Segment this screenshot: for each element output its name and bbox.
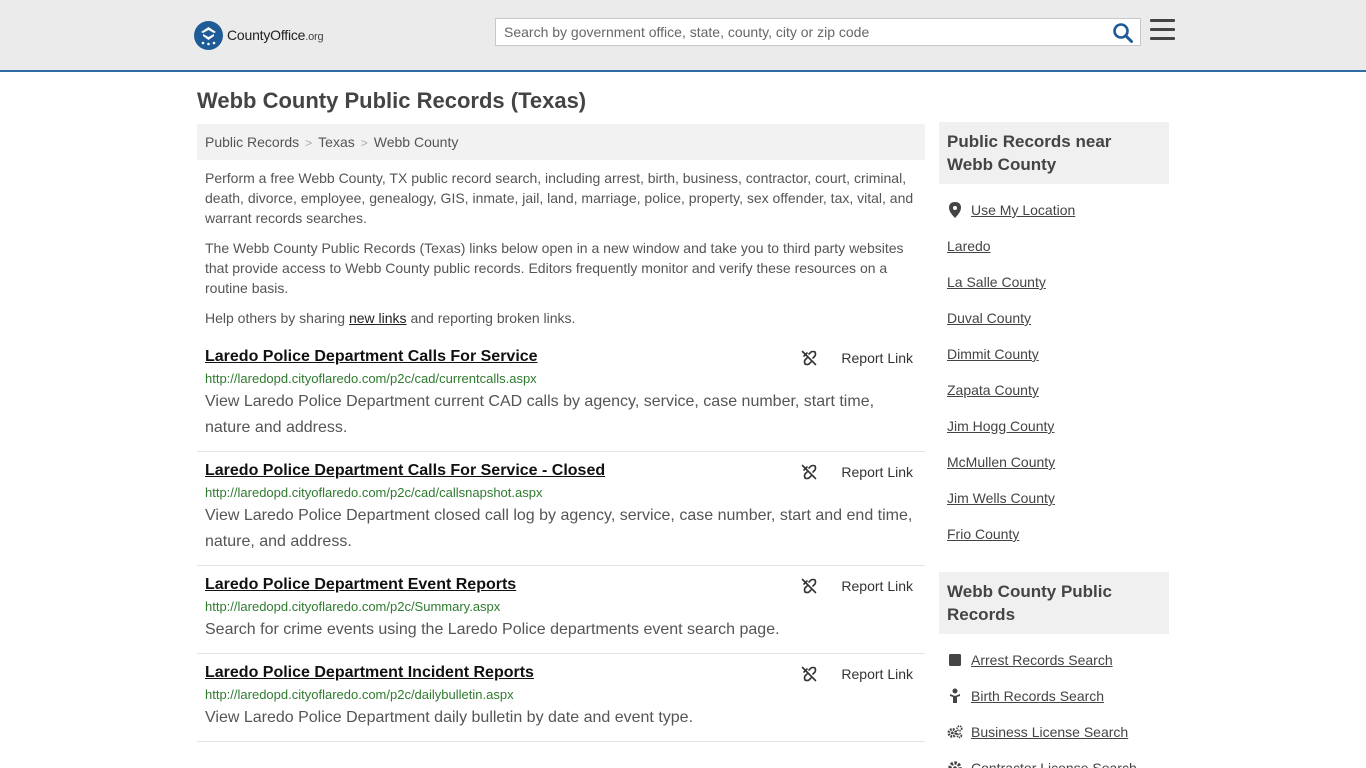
record-title-link[interactable]: Laredo Police Department Calls For Servi… bbox=[205, 346, 538, 368]
report-link-button[interactable]: Report Link bbox=[801, 464, 913, 480]
breadcrumb: Public Records > Texas > Webb County bbox=[197, 124, 925, 160]
gear-icon bbox=[947, 760, 963, 768]
record-item: Laredo Police Department Incident Report… bbox=[197, 654, 925, 742]
search-icon[interactable] bbox=[1112, 22, 1134, 44]
record-title-link[interactable]: Laredo Police Department Calls For Servi… bbox=[205, 460, 605, 482]
report-link-label: Report Link bbox=[841, 350, 913, 366]
record-title-link[interactable]: Laredo Police Department Event Reports bbox=[205, 574, 516, 596]
county-records-list: Arrest Records Search Birth Records Searc… bbox=[939, 634, 1169, 768]
nearby-link[interactable]: Dimmit County bbox=[947, 346, 1039, 362]
nearby-item: Jim Hogg County bbox=[947, 408, 1161, 444]
county-record-link[interactable]: Arrest Records Search bbox=[971, 652, 1113, 668]
intro-paragraph-1: Perform a free Webb County, TX public re… bbox=[205, 170, 914, 226]
county-record-link[interactable]: Contractor License Search bbox=[971, 760, 1137, 768]
record-description: View Laredo Police Department current CA… bbox=[205, 393, 875, 436]
broken-link-icon bbox=[801, 464, 829, 480]
broken-link-icon bbox=[801, 578, 829, 594]
nearby-link[interactable]: Jim Wells County bbox=[947, 490, 1055, 506]
nearby-item: Laredo bbox=[947, 228, 1161, 264]
nearby-item: Dimmit County bbox=[947, 336, 1161, 372]
nearby-item: Frio County bbox=[947, 516, 1161, 552]
nearby-item: Jim Wells County bbox=[947, 480, 1161, 516]
report-link-button[interactable]: Report Link bbox=[801, 666, 913, 682]
intro-paragraph-2: The Webb County Public Records (Texas) l… bbox=[205, 240, 904, 296]
report-link-button[interactable]: Report Link bbox=[801, 578, 913, 594]
search-input[interactable] bbox=[496, 19, 1106, 45]
gears-icon bbox=[947, 724, 963, 740]
county-record-item: Business License Search bbox=[947, 714, 1161, 750]
report-link-label: Report Link bbox=[841, 666, 913, 682]
breadcrumb-texas[interactable]: Texas bbox=[318, 134, 355, 150]
breadcrumb-webb-county: Webb County bbox=[373, 134, 459, 150]
nearby-list: Use My Location Laredo La Salle County Duva… bbox=[939, 184, 1169, 552]
record-description: View Laredo Police Department daily bull… bbox=[205, 709, 694, 726]
nearby-link[interactable]: McMullen County bbox=[947, 454, 1055, 470]
sidebar-records-heading: Webb County Public Records bbox=[939, 572, 1169, 634]
use-my-location-item: Use My Location bbox=[947, 192, 1161, 228]
breadcrumb-separator-icon: > bbox=[305, 136, 313, 150]
record-item: Laredo Police Department Event Reports Re… bbox=[197, 566, 925, 654]
nearby-item: La Salle County bbox=[947, 264, 1161, 300]
hamburger-menu-icon[interactable] bbox=[1150, 19, 1175, 41]
county-record-item: Birth Records Search bbox=[947, 678, 1161, 714]
sidebar-nearby: Public Records near Webb County Use My L… bbox=[939, 122, 1169, 552]
nearby-link[interactable]: Use My Location bbox=[971, 202, 1075, 218]
baby-icon bbox=[947, 688, 963, 704]
nearby-link[interactable]: La Salle County bbox=[947, 274, 1046, 290]
nearby-link[interactable]: Zapata County bbox=[947, 382, 1039, 398]
nearby-item: Zapata County bbox=[947, 372, 1161, 408]
nearby-link[interactable]: Duval County bbox=[947, 310, 1031, 326]
location-pin-icon bbox=[947, 202, 963, 218]
square-icon bbox=[947, 652, 963, 668]
record-description: View Laredo Police Department closed cal… bbox=[205, 507, 913, 550]
sidebar-county-records: Webb County Public Records Arrest Record… bbox=[939, 572, 1169, 768]
nearby-item: Duval County bbox=[947, 300, 1161, 336]
record-description: Search for crime events using the Laredo… bbox=[205, 621, 780, 638]
record-item: Laredo Police Department Calls For Servi… bbox=[197, 452, 925, 566]
record-url[interactable]: http://laredopd.cityoflaredo.com/p2c/dai… bbox=[205, 686, 917, 704]
county-record-item: Contractor License Search bbox=[947, 750, 1161, 768]
breadcrumb-public-records[interactable]: Public Records bbox=[205, 134, 299, 150]
broken-link-icon bbox=[801, 666, 829, 682]
logo-emblem-icon bbox=[194, 20, 223, 50]
new-links-link[interactable]: new links bbox=[349, 310, 407, 326]
record-url[interactable]: http://laredopd.cityoflaredo.com/p2c/cad… bbox=[205, 484, 917, 502]
breadcrumb-separator-icon: > bbox=[360, 136, 368, 150]
county-record-item: Arrest Records Search bbox=[947, 642, 1161, 678]
main-content: Perform a free Webb County, TX public re… bbox=[197, 168, 925, 742]
broken-link-icon bbox=[801, 350, 829, 366]
report-link-button[interactable]: Report Link bbox=[801, 350, 913, 366]
record-url[interactable]: http://laredopd.cityoflaredo.com/p2c/Sum… bbox=[205, 598, 917, 616]
report-link-label: Report Link bbox=[841, 578, 913, 594]
nearby-link[interactable]: Jim Hogg County bbox=[947, 418, 1054, 434]
top-header: CountyOffice.org bbox=[0, 0, 1366, 72]
record-title-link[interactable]: Laredo Police Department Incident Report… bbox=[205, 662, 534, 684]
nearby-link[interactable]: Laredo bbox=[947, 238, 991, 254]
site-logo[interactable]: CountyOffice.org bbox=[194, 20, 324, 50]
logo-text: CountyOffice.org bbox=[227, 27, 324, 43]
record-item: Laredo Police Department Calls For Servi… bbox=[197, 338, 925, 452]
report-link-label: Report Link bbox=[841, 464, 913, 480]
nearby-link[interactable]: Frio County bbox=[947, 526, 1019, 542]
county-record-link[interactable]: Business License Search bbox=[971, 724, 1128, 740]
page-title: Webb County Public Records (Texas) bbox=[197, 88, 587, 113]
sidebar-nearby-heading: Public Records near Webb County bbox=[939, 122, 1169, 184]
intro-paragraph-3: Help others by sharing new links and rep… bbox=[205, 310, 576, 326]
county-record-link[interactable]: Birth Records Search bbox=[971, 688, 1104, 704]
search-bar bbox=[495, 18, 1141, 46]
nearby-item: McMullen County bbox=[947, 444, 1161, 480]
record-url[interactable]: http://laredopd.cityoflaredo.com/p2c/cad… bbox=[205, 370, 917, 388]
